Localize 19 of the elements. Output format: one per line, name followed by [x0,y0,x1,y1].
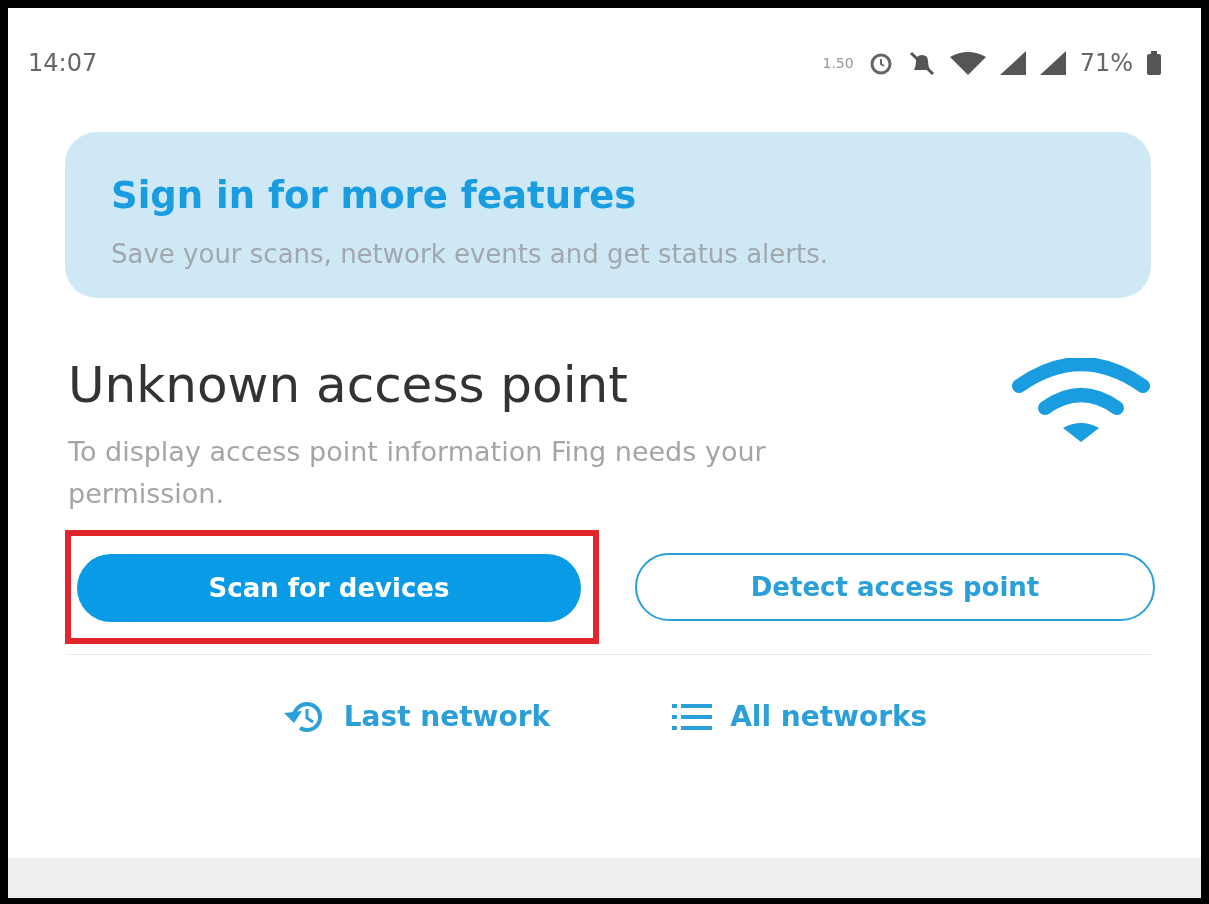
scan-button[interactable]: Scan for devices [77,554,581,623]
battery-icon [1147,51,1161,75]
detect-button[interactable]: Detect access point [635,553,1155,622]
list-icon [672,702,713,733]
battery-percent: 71% [1079,48,1133,79]
network-description: To display access point information Fing needs your permission. [68,434,767,511]
wifi-signal-icon [949,51,986,75]
network-title: Unknown access point [68,354,629,416]
clock-time: 14:07 [28,48,98,79]
banner-title: Sign in for more features [111,173,638,219]
last-network-link[interactable]: Last network [275,695,557,740]
wifi-icon [1011,357,1151,442]
all-networks-link[interactable]: All networks [666,695,934,740]
network-speed: 1.50 [822,53,854,73]
cell-signal-icon [1039,51,1066,75]
muted-bell-icon [907,50,936,76]
cell-signal-icon [999,51,1026,75]
sign-in-banner[interactable]: Sign in for more features Save your scans, network events and get status alerts. [65,132,1151,298]
banner-text: Save your scans, network events and get status alerts. [111,237,829,271]
